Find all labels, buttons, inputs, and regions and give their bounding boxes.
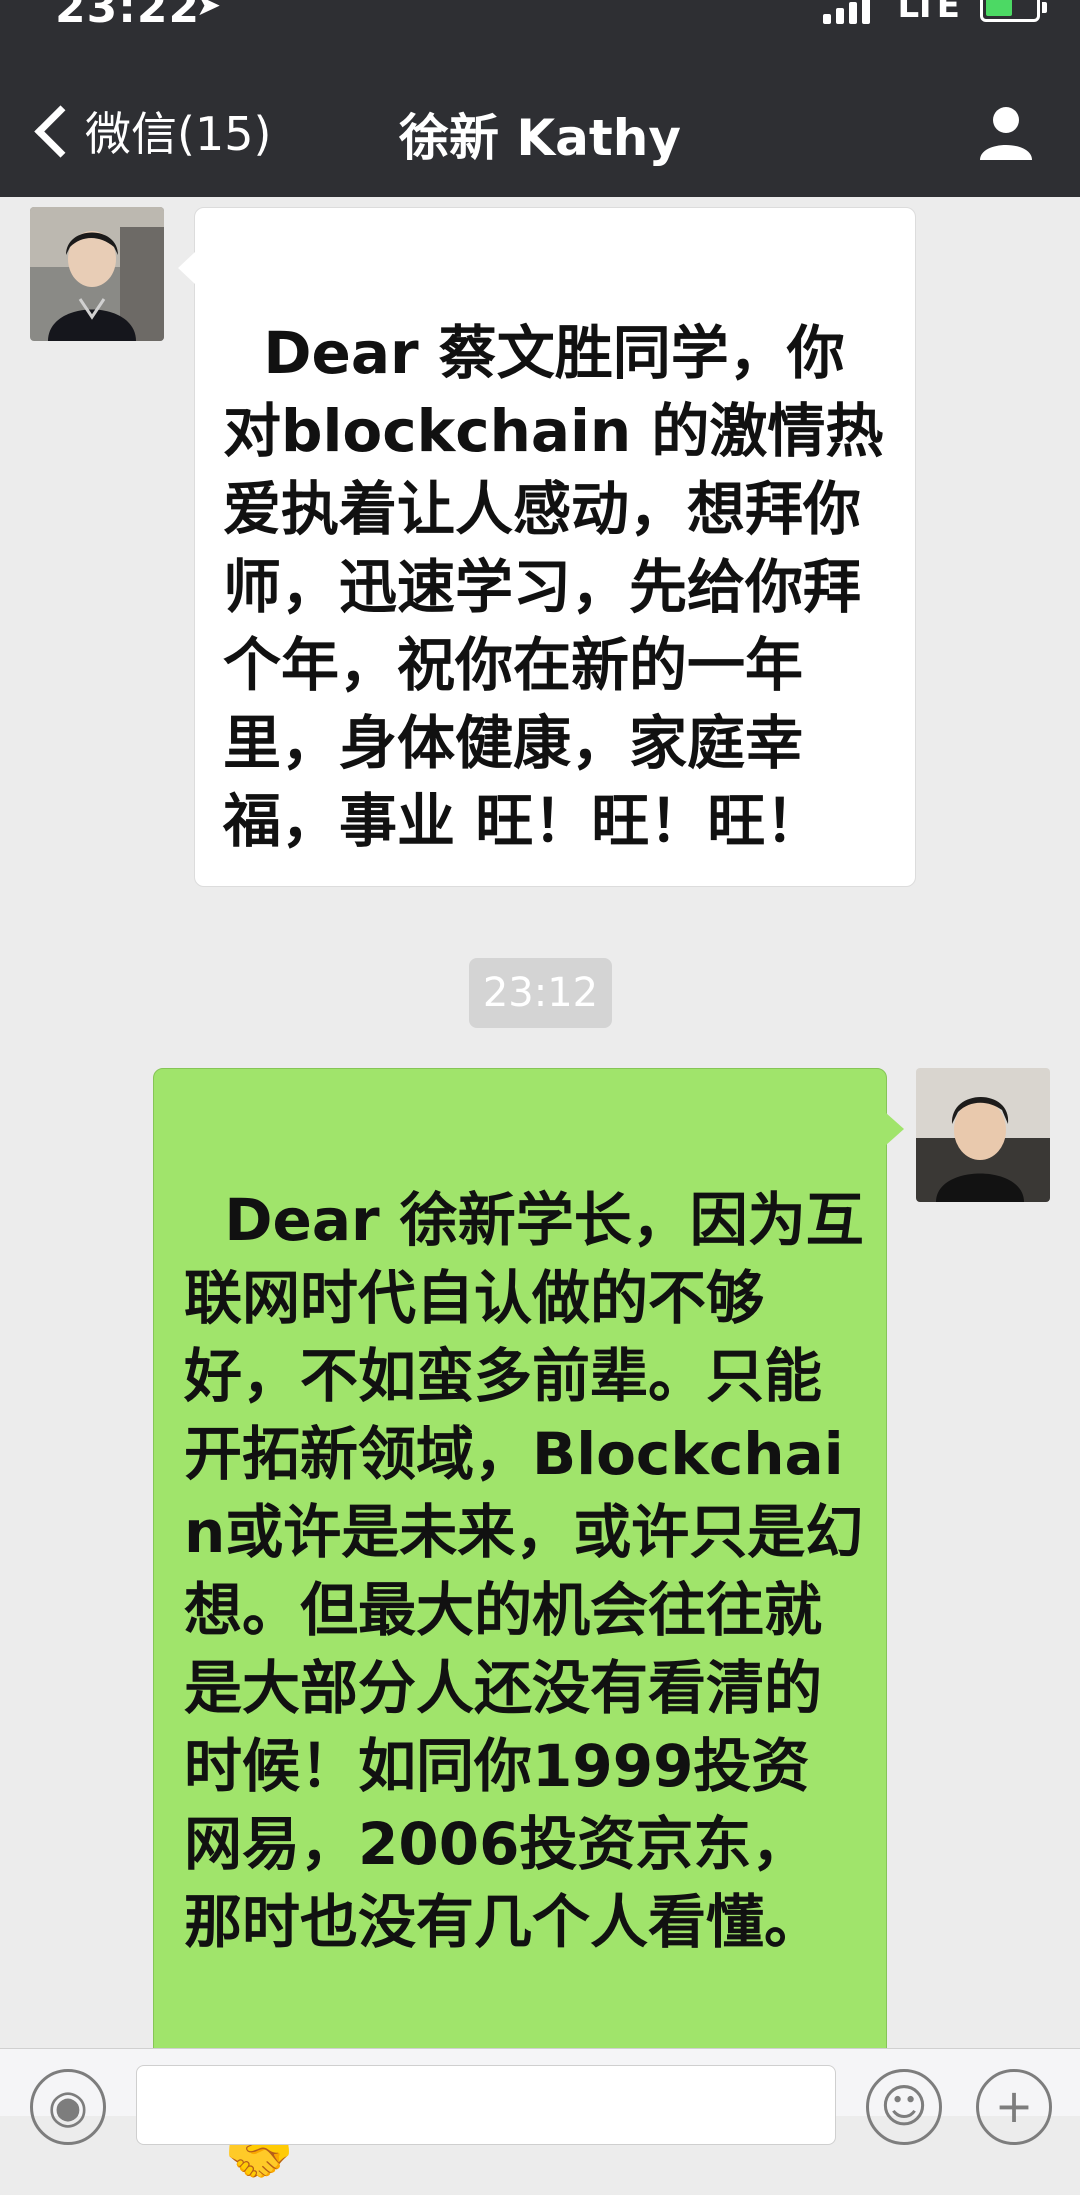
chat-title: 徐新 Kathy: [399, 109, 681, 167]
network-label: LTE: [897, 0, 960, 26]
voice-icon: ◉: [47, 2079, 89, 2133]
outgoing-message-text: Dear 徐新学长，因为互联网时代自认做的不够好，不如蛮多前辈。只能开拓新领域，…: [184, 1186, 864, 1956]
message-timestamp: 23:12: [469, 958, 612, 1028]
contact-avatar[interactable]: [30, 207, 164, 341]
message-input[interactable]: [136, 2065, 836, 2145]
emoji-button[interactable]: ☺: [866, 2069, 942, 2145]
profile-button[interactable]: [976, 102, 1036, 162]
input-bar: ◉ ☺ +: [0, 2048, 1080, 2145]
top-bar: 23:22 ➤ LTE 微信(15) 徐新 Kathy: [0, 0, 1080, 197]
incoming-message-bubble[interactable]: Dear 蔡文胜同学，你对blockchain 的激情热爱执着让人感动，想拜你师…: [178, 207, 916, 887]
plus-icon: +: [994, 2079, 1034, 2133]
voice-button[interactable]: ◉: [30, 2069, 106, 2145]
plus-button[interactable]: +: [976, 2069, 1052, 2145]
chat-header: 微信(15) 徐新 Kathy: [0, 90, 1080, 180]
status-bar: 23:22 ➤ LTE: [0, 0, 1080, 42]
person-icon: [980, 107, 1032, 160]
self-avatar[interactable]: [916, 1068, 1050, 1202]
status-time: 23:22: [55, 0, 201, 33]
location-arrow-icon: ➤: [196, 0, 222, 23]
signal-bars-icon: [823, 0, 870, 24]
incoming-message-text: Dear 蔡文胜同学，你对blockchain 的激情热爱执着让人感动，想拜你师…: [223, 319, 884, 855]
outgoing-message-bubble[interactable]: Dear 徐新学长，因为互联网时代自认做的不够好，不如蛮多前辈。只能开拓新领域，…: [153, 1068, 904, 2190]
battery-charging-icon: [980, 0, 1047, 22]
emoji-icon: ☺: [880, 2079, 928, 2133]
